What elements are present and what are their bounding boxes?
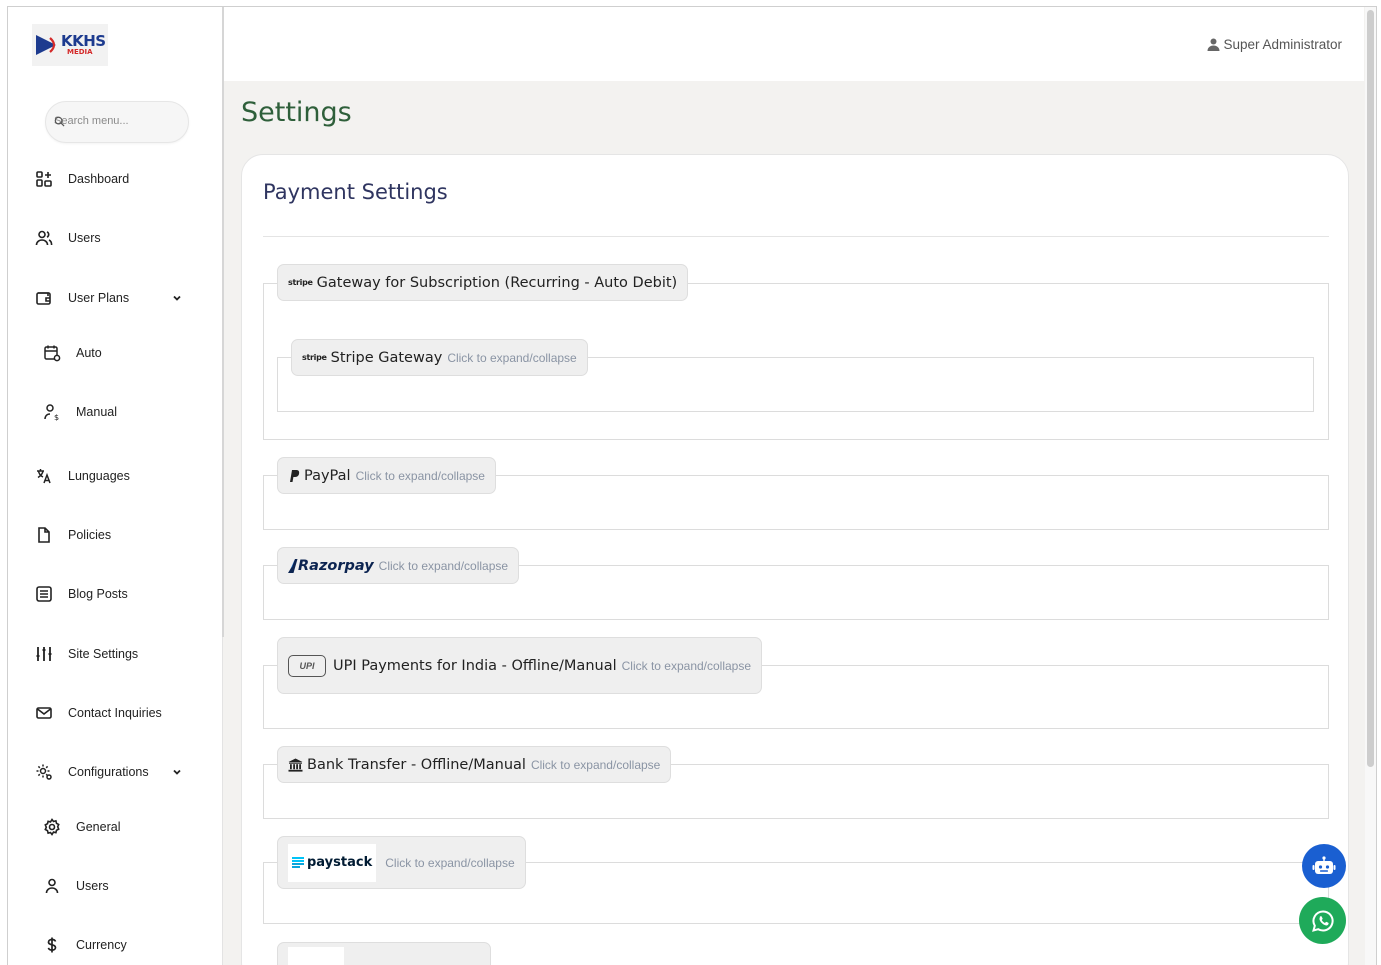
search-input[interactable]	[54, 115, 174, 127]
subscription-legend[interactable]: stripe Gateway for Subscription (Recurri…	[277, 264, 689, 301]
users-icon	[35, 229, 53, 247]
sidebar-item-label: Users	[68, 231, 101, 245]
user-dollar-icon: $	[43, 403, 61, 421]
list-doc-icon	[35, 585, 53, 603]
paystack-legend[interactable]: paystack Click to expand/collapse	[277, 836, 526, 889]
sidebar-item-auto[interactable]: Auto	[8, 333, 222, 373]
sidebar-item-dashboard[interactable]: Dashboard	[8, 159, 222, 199]
sidebar: KKHS MEDIA Dashboard Users	[8, 7, 223, 965]
paypal-legend[interactable]: PayPal Click to expand/collapse	[277, 457, 496, 494]
legend-title: Bank Transfer - Offline/Manual	[307, 756, 526, 773]
expand-hint: Click to expand/collapse	[447, 350, 577, 365]
scrollbar-thumb[interactable]	[1367, 10, 1374, 767]
expand-hint: Click to expand/collapse	[355, 468, 485, 483]
sidebar-item-general[interactable]: General	[8, 807, 222, 847]
top-header: Super Administrator	[224, 7, 1364, 81]
logo-play-icon	[36, 35, 56, 55]
sidebar-item-label: General	[76, 820, 121, 834]
sidebar-item-currency[interactable]: Currency	[8, 925, 222, 965]
expand-hint: Click to expand/collapse	[385, 855, 515, 870]
legend-title: Razorpay	[298, 557, 374, 574]
next-gateway-legend[interactable]	[277, 942, 491, 965]
sidebar-item-languages[interactable]: Lunguages	[8, 456, 222, 496]
bank-icon	[288, 758, 303, 772]
sidebar-item-label: Manual	[76, 405, 117, 419]
sidebar-item-site-settings[interactable]: Site Settings	[8, 634, 222, 674]
svg-text:$: $	[54, 413, 59, 421]
page-title: Settings	[241, 97, 352, 128]
sidebar-item-users[interactable]: Users	[8, 218, 222, 258]
expand-hint: Click to expand/collapse	[378, 558, 509, 573]
sidebar-item-label: User Plans	[68, 291, 130, 305]
gear-icon	[43, 818, 61, 836]
sidebar-item-label: Currency	[76, 938, 127, 952]
user-icon	[1207, 38, 1220, 51]
sidebar-item-configurations[interactable]: Configurations	[8, 752, 222, 792]
chatbot-button[interactable]	[1302, 844, 1346, 888]
user-icon	[43, 877, 61, 895]
whatsapp-icon	[1311, 909, 1334, 932]
razorpay-legend[interactable]: Razorpay Click to expand/collapse	[277, 547, 520, 584]
sidebar-item-label: Dashboard	[68, 172, 130, 186]
search-icon	[54, 116, 65, 127]
bank-transfer-legend[interactable]: Bank Transfer - Offline/Manual Click to …	[277, 746, 672, 783]
legend-title: UPI Payments for India - Offline/Manual	[333, 657, 617, 674]
sidebar-item-policies[interactable]: Policies	[8, 515, 222, 555]
sidebar-item-label: Auto	[76, 346, 102, 360]
legend-title: PayPal	[304, 467, 351, 484]
expand-hint: Click to expand/collapse	[621, 658, 752, 673]
stripe-logo: stripe	[288, 278, 313, 287]
paystack-icon	[292, 857, 304, 868]
settings-cog-icon	[35, 763, 53, 781]
sidebar-item-label: Policies	[68, 528, 112, 542]
paypal-icon	[290, 469, 300, 482]
upi-legend[interactable]: UPI UPI Payments for India - Offline/Man…	[277, 637, 763, 694]
expand-hint: Click to expand/collapse	[530, 757, 661, 772]
sidebar-item-blog-posts[interactable]: Blog Posts	[8, 574, 222, 614]
sidebar-item-user-plans[interactable]: User Plans	[8, 278, 222, 318]
translate-icon	[35, 467, 53, 485]
stripe-gateway-legend[interactable]: stripe Stripe Gateway Click to expand/co…	[291, 339, 588, 376]
dashboard-icon	[35, 170, 53, 188]
logo-sub-text: MEDIA	[67, 48, 93, 56]
file-icon	[35, 526, 53, 544]
gateway-logo	[288, 947, 344, 965]
sidebar-item-label: Contact Inquiries	[68, 706, 162, 720]
brand-logo[interactable]: KKHS MEDIA	[32, 24, 108, 66]
logo-main-text: KKHS	[61, 32, 106, 50]
app-window: KKHS MEDIA Dashboard Users	[7, 6, 1377, 965]
chevron-down-icon	[173, 769, 181, 775]
user-menu[interactable]: Super Administrator	[1207, 37, 1342, 52]
sidebar-item-label: Configurations	[68, 765, 149, 779]
sliders-icon	[35, 645, 53, 663]
sidebar-item-label: Lunguages	[68, 469, 130, 483]
paystack-name: paystack	[307, 855, 373, 870]
mail-icon	[35, 704, 53, 722]
payment-settings-card: Payment Settings stripe Gateway for Subs…	[241, 154, 1349, 965]
sidebar-item-label: Blog Posts	[68, 587, 128, 601]
sidebar-item-label: Site Settings	[68, 647, 139, 661]
stripe-logo: stripe	[302, 353, 327, 362]
search-box	[45, 101, 189, 143]
user-name: Super Administrator	[1223, 37, 1342, 52]
sidebar-item-config-users[interactable]: Users	[8, 866, 222, 906]
legend-title: Gateway for Subscription (Recurring - Au…	[316, 274, 678, 291]
calendar-refresh-icon	[43, 344, 61, 362]
whatsapp-button[interactable]	[1299, 897, 1346, 944]
sidebar-item-manual[interactable]: $ Manual	[8, 392, 222, 432]
robot-icon	[1312, 856, 1336, 874]
page-scrollbar[interactable]	[1365, 7, 1376, 965]
divider	[263, 236, 1329, 237]
dollar-icon	[43, 936, 61, 954]
upi-logo: UPI	[288, 654, 326, 677]
paystack-logo: paystack	[288, 843, 377, 882]
wallet-icon	[35, 289, 53, 307]
legend-title: Stripe Gateway	[330, 349, 443, 366]
sidebar-item-label: Users	[76, 879, 109, 893]
razorpay-icon	[288, 558, 298, 573]
sidebar-scrollbar[interactable]	[222, 7, 224, 637]
card-title: Payment Settings	[263, 180, 448, 204]
chevron-down-icon	[173, 295, 181, 301]
sidebar-item-contact-inquiries[interactable]: Contact Inquiries	[8, 693, 222, 733]
